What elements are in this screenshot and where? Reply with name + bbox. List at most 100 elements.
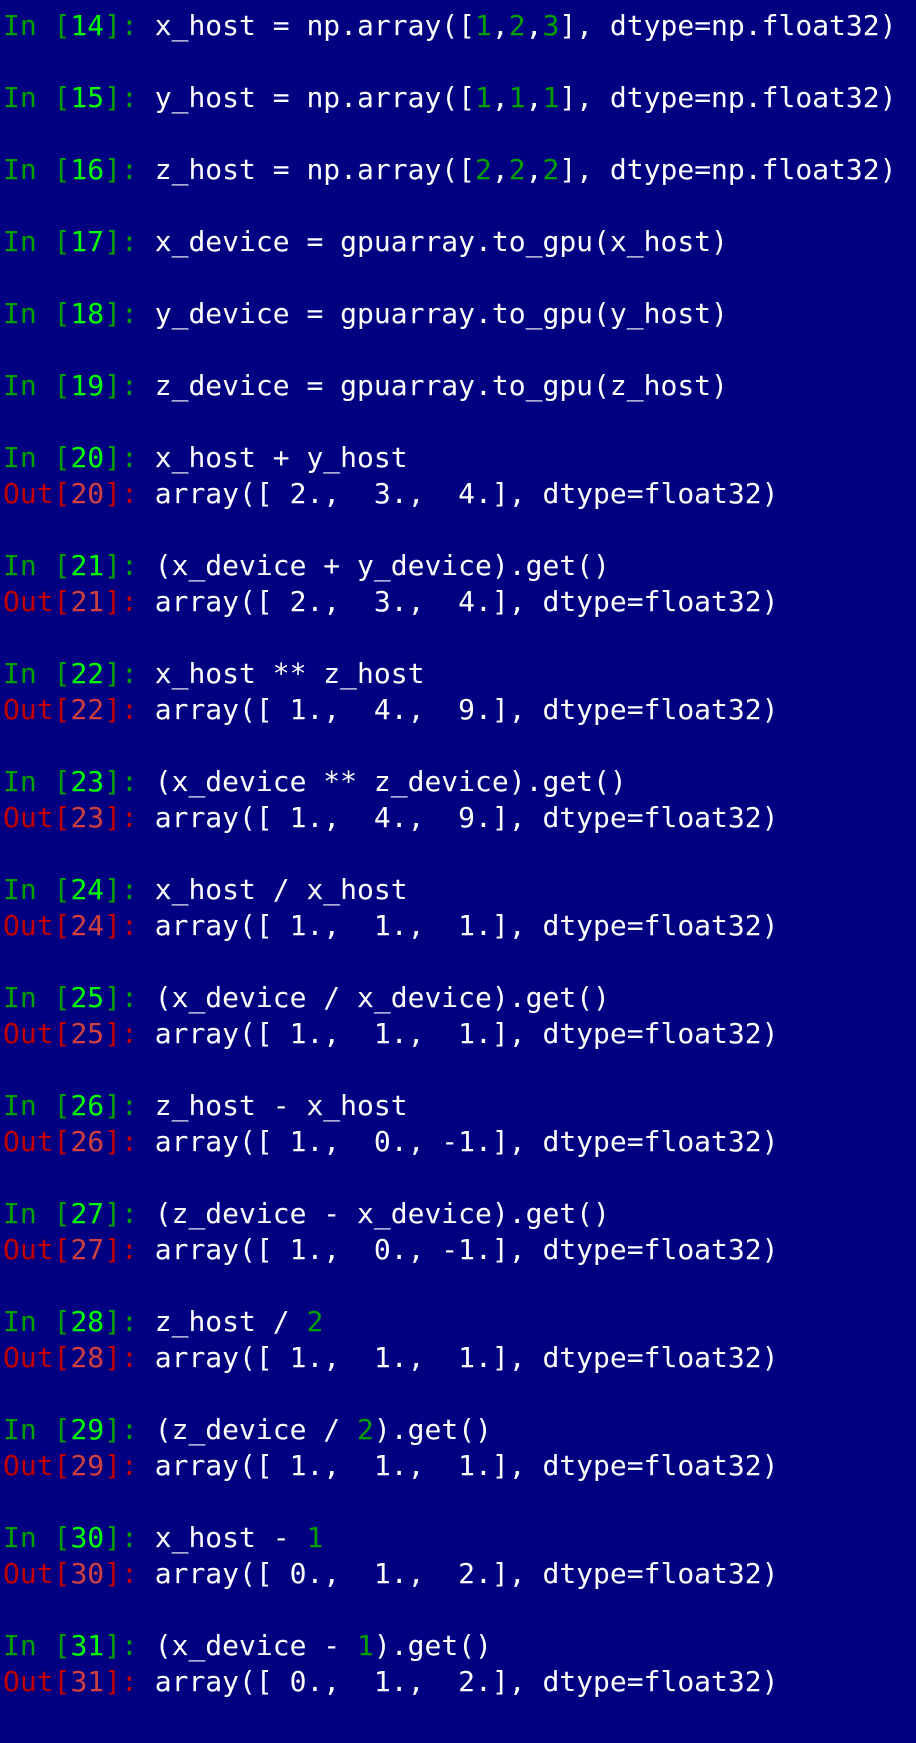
out-prompt-close: ]: [104, 693, 155, 726]
in-prompt: In [ [3, 981, 71, 1014]
input-line[interactable]: In [18]: y_device = gpuarray.to_gpu(y_ho… [3, 296, 916, 332]
code-number-literal: 1 [508, 81, 526, 114]
code-text: ], dtype=np.float32) [559, 153, 897, 186]
code-text: , [491, 153, 509, 186]
cell-14: In [14]: x_host = np.array([1,2,3], dtyp… [3, 8, 916, 44]
in-prompt-number: 29 [70, 1413, 105, 1446]
in-prompt-close: ]: [104, 441, 155, 474]
output-line: Out[30]: array([ 0., 1., 2.], dtype=floa… [3, 1556, 916, 1592]
out-prompt: Out[ [3, 909, 71, 942]
output-text: array([ 0., 1., 2.], dtype=float32) [154, 1665, 779, 1698]
input-line[interactable]: In [22]: x_host ** z_host [3, 656, 916, 692]
in-prompt: In [ [3, 1413, 71, 1446]
input-line[interactable]: In [26]: z_host - x_host [3, 1088, 916, 1124]
input-line[interactable]: In [21]: (x_device + y_device).get() [3, 548, 916, 584]
in-prompt-number: 22 [70, 657, 105, 690]
output-line: Out[21]: array([ 2., 3., 4.], dtype=floa… [3, 584, 916, 620]
in-prompt: In [ [3, 1305, 71, 1338]
in-prompt-number: 17 [70, 225, 105, 258]
out-prompt-number: 28 [70, 1341, 105, 1374]
output-text: array([ 1., 1., 1.], dtype=float32) [154, 1017, 779, 1050]
in-prompt-number: 14 [70, 9, 105, 42]
code-text: ], dtype=np.float32) [559, 81, 897, 114]
code-text: (x_device ** z_device).get() [154, 765, 627, 798]
code-text: ).get() [373, 1629, 492, 1662]
output-line: Out[25]: array([ 1., 1., 1.], dtype=floa… [3, 1016, 916, 1052]
code-text: ], dtype=np.float32) [559, 9, 897, 42]
input-line[interactable]: In [14]: x_host = np.array([1,2,3], dtyp… [3, 8, 916, 44]
in-prompt: In [ [3, 765, 71, 798]
out-prompt-number: 22 [70, 693, 105, 726]
in-prompt-close: ]: [104, 297, 155, 330]
in-prompt-number: 26 [70, 1089, 105, 1122]
out-prompt: Out[ [3, 801, 71, 834]
out-prompt-close: ]: [104, 477, 155, 510]
in-prompt-close: ]: [104, 9, 155, 42]
out-prompt: Out[ [3, 1665, 71, 1698]
code-number-literal: 1 [475, 9, 492, 42]
input-line[interactable]: In [20]: x_host + y_host [3, 440, 916, 476]
input-line[interactable]: In [23]: (x_device ** z_device).get() [3, 764, 916, 800]
cell-31: In [31]: (x_device - 1).get() Out[31]: ar… [3, 1628, 916, 1700]
input-line[interactable]: In [29]: (z_device / 2).get() [3, 1412, 916, 1448]
in-prompt-number: 20 [70, 441, 105, 474]
code-number-literal: 2 [508, 153, 526, 186]
code-number-literal: 2 [542, 153, 560, 186]
out-prompt-number: 27 [70, 1233, 105, 1266]
output-line: Out[31]: array([ 0., 1., 2.], dtype=floa… [3, 1664, 916, 1700]
input-line[interactable]: In [28]: z_host / 2 [3, 1304, 916, 1340]
out-prompt: Out[ [3, 1017, 71, 1050]
in-prompt-number: 25 [70, 981, 105, 1014]
code-number-literal: 2 [306, 1305, 324, 1338]
input-line[interactable]: In [30]: x_host - 1 [3, 1520, 916, 1556]
terminal-window[interactable]: In [14]: x_host = np.array([1,2,3], dtyp… [0, 0, 916, 1743]
input-line[interactable]: In [27]: (z_device - x_device).get() [3, 1196, 916, 1232]
code-number-literal: 2 [508, 9, 526, 42]
cell-16: In [16]: z_host = np.array([2,2,2], dtyp… [3, 152, 916, 188]
in-prompt-number: 24 [70, 873, 105, 906]
input-line[interactable]: In [15]: y_host = np.array([1,1,1], dtyp… [3, 80, 916, 116]
cell-21: In [21]: (x_device + y_device).get() Out[… [3, 548, 916, 620]
input-line[interactable]: In [17]: x_device = gpuarray.to_gpu(x_ho… [3, 224, 916, 260]
in-prompt-close: ]: [104, 1197, 155, 1230]
output-text: array([ 1., 0., -1.], dtype=float32) [154, 1125, 779, 1158]
out-prompt-number: 21 [70, 585, 105, 618]
out-prompt-close: ]: [104, 1557, 155, 1590]
code-text: z_host / [154, 1305, 307, 1338]
code-text: (x_device - [154, 1629, 358, 1662]
in-prompt-number: 30 [70, 1521, 105, 1554]
out-prompt-number: 30 [70, 1557, 105, 1590]
input-line[interactable]: In [24]: x_host / x_host [3, 872, 916, 908]
in-prompt: In [ [3, 1521, 71, 1554]
code-number-literal: 1 [542, 81, 560, 114]
out-prompt: Out[ [3, 1557, 71, 1590]
output-line: Out[27]: array([ 1., 0., -1.], dtype=flo… [3, 1232, 916, 1268]
out-prompt-close: ]: [104, 1017, 155, 1050]
out-prompt-close: ]: [104, 909, 155, 942]
code-number-literal: 1 [357, 1629, 374, 1662]
in-prompt: In [ [3, 369, 71, 402]
output-text: array([ 1., 4., 9.], dtype=float32) [154, 801, 779, 834]
in-prompt: In [ [3, 441, 71, 474]
output-text: array([ 1., 1., 1.], dtype=float32) [154, 909, 779, 942]
in-prompt: In [ [3, 153, 71, 186]
out-prompt-close: ]: [104, 1341, 155, 1374]
in-prompt-number: 21 [70, 549, 105, 582]
in-prompt-close: ]: [104, 873, 155, 906]
cell-24: In [24]: x_host / x_host Out[24]: array([… [3, 872, 916, 944]
out-prompt: Out[ [3, 1341, 71, 1374]
input-line[interactable]: In [25]: (x_device / x_device).get() [3, 980, 916, 1016]
in-prompt-close: ]: [104, 657, 155, 690]
out-prompt-number: 29 [70, 1449, 105, 1482]
in-prompt-close: ]: [104, 1629, 155, 1662]
input-line[interactable]: In [19]: z_device = gpuarray.to_gpu(z_ho… [3, 368, 916, 404]
in-prompt: In [ [3, 1629, 71, 1662]
in-prompt-close: ]: [104, 81, 155, 114]
output-text: array([ 1., 1., 1.], dtype=float32) [154, 1449, 779, 1482]
code-text: z_host - x_host [154, 1089, 408, 1122]
output-line: Out[20]: array([ 2., 3., 4.], dtype=floa… [3, 476, 916, 512]
input-line[interactable]: In [31]: (x_device - 1).get() [3, 1628, 916, 1664]
out-prompt: Out[ [3, 1449, 71, 1482]
input-line[interactable]: In [16]: z_host = np.array([2,2,2], dtyp… [3, 152, 916, 188]
code-number-literal: 1 [475, 81, 492, 114]
